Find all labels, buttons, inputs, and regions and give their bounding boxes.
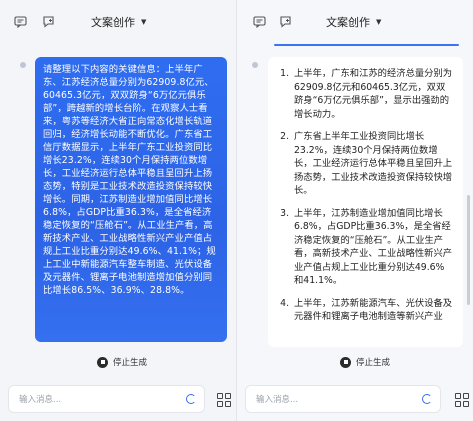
stop-generating-button[interactable]: 停止生成 xyxy=(97,355,147,369)
loading-spinner-icon xyxy=(186,394,196,404)
list-item: 上半年，广东和江苏的经济总量分别为62909.8亿元和60465.3亿元，双双跻… xyxy=(292,67,453,121)
list-item: 上半年，江苏新能源汽车、光伏设备及元器件和锂离子电池制造等新兴产业 xyxy=(292,297,453,324)
stop-icon xyxy=(340,356,351,368)
history-icon[interactable] xyxy=(12,13,28,29)
loading-spinner-icon xyxy=(422,394,432,404)
new-chat-icon[interactable] xyxy=(277,13,293,29)
history-icon[interactable] xyxy=(251,13,267,29)
assistant-title-dropdown[interactable]: 文案创作 ▼ xyxy=(91,14,146,30)
scrollbar[interactable] xyxy=(467,195,470,305)
message-input-placeholder: 输入消息... xyxy=(19,395,62,405)
stop-generating-label: 停止生成 xyxy=(113,358,148,368)
chevron-down-icon: ▼ xyxy=(141,18,147,26)
new-chat-icon[interactable] xyxy=(40,13,56,29)
assistant-title-dropdown[interactable]: 文案创作 ▼ xyxy=(326,14,381,30)
user-message-text: 请整理以下内容的关键信息：上半年广东、江苏经济总量分别为62909.8亿元、60… xyxy=(43,64,216,296)
assistant-response-card: 上半年，广东和江苏的经济总量分别为62909.8亿元和60465.3亿元，双双跻… xyxy=(268,57,463,347)
left-chat-pane: 文案创作 ▼ 请整理以下内容的关键信息：上半年广东、江苏经济总量分别为62909… xyxy=(0,0,236,421)
apps-grid-icon[interactable] xyxy=(217,393,231,407)
apps-grid-icon[interactable] xyxy=(455,393,469,407)
stop-generating-button[interactable]: 停止生成 xyxy=(340,355,390,369)
response-progress-line xyxy=(274,44,459,46)
assistant-title: 文案创作 xyxy=(326,16,370,29)
message-input[interactable]: 输入消息... xyxy=(245,385,441,413)
stop-generating-label: 停止生成 xyxy=(356,358,391,368)
list-item: 上半年，江苏制造业增加值同比增长6.8%，占GDP比重36.3%，是全省经济稳定… xyxy=(292,207,453,288)
right-topbar: 文案创作 ▼ xyxy=(237,0,473,42)
left-topbar: 文案创作 ▼ xyxy=(0,0,236,42)
message-input-placeholder: 输入消息... xyxy=(256,395,299,405)
assistant-title: 文案创作 xyxy=(91,16,135,29)
message-input[interactable]: 输入消息... xyxy=(8,385,205,413)
list-item: 广东省上半年工业投资同比增长23.2%，连续30个月保持两位数增长，工业经济运行… xyxy=(292,130,453,198)
response-list: 上半年，广东和江苏的经济总量分别为62909.8亿元和60465.3亿元，双双跻… xyxy=(280,67,453,324)
user-message-bubble: 请整理以下内容的关键信息：上半年广东、江苏经济总量分别为62909.8亿元、60… xyxy=(35,57,227,342)
chevron-down-icon: ▼ xyxy=(376,18,382,26)
user-avatar-icon xyxy=(20,62,26,68)
stop-icon xyxy=(97,356,108,368)
assistant-avatar-icon xyxy=(252,62,258,68)
